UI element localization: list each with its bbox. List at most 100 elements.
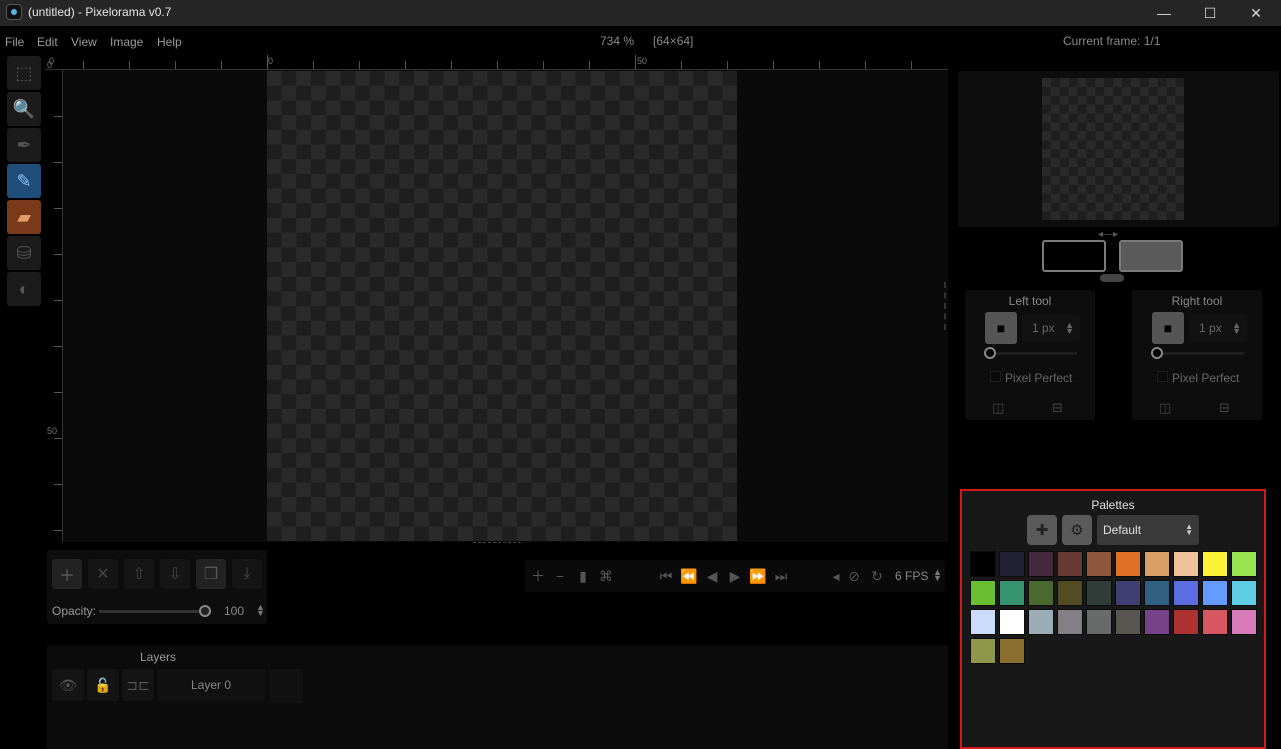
palette-swatch[interactable] [970, 580, 996, 606]
opacity-slider-knob[interactable] [199, 605, 211, 617]
clone-layer-button[interactable]: ❐ [196, 559, 226, 589]
next-frame-button[interactable]: ⏩ [747, 564, 769, 588]
right-brush-size[interactable]: 1 px ▲ ▼ [1189, 314, 1247, 342]
swap-colors-icon[interactable]: ◂—▸ [1098, 229, 1118, 240]
last-frame-button[interactable]: ⏭ [770, 564, 792, 588]
add-layer-button[interactable]: ＋ [52, 559, 82, 589]
remove-layer-button[interactable]: ✕ [88, 559, 118, 589]
add-palette-button[interactable]: ✚ [1027, 515, 1057, 545]
onion-skin-button[interactable]: ⊘ [843, 564, 865, 588]
palette-swatch[interactable] [1115, 551, 1141, 577]
bucket-tool[interactable]: ⛁ [7, 236, 41, 270]
lighten-darken-tool[interactable]: ◐ [7, 272, 41, 306]
palette-swatch[interactable] [1057, 609, 1083, 635]
palette-swatch[interactable] [1028, 609, 1054, 635]
palette-swatch[interactable] [1028, 551, 1054, 577]
menu-view[interactable]: View [71, 35, 97, 49]
palette-swatch[interactable] [1202, 580, 1228, 606]
palette-swatch[interactable] [1202, 551, 1228, 577]
palette-swatch[interactable] [999, 638, 1025, 664]
edit-palette-button[interactable]: ⚙ [1062, 515, 1092, 545]
left-brush-size[interactable]: 1 px ▲ ▼ [1022, 314, 1080, 342]
palette-swatch[interactable] [1144, 609, 1170, 635]
play-forward-button[interactable]: ▶ [724, 564, 746, 588]
loop-button[interactable]: ↻ [866, 564, 888, 588]
layer-cel[interactable] [269, 669, 303, 703]
right-color-button[interactable] [1119, 240, 1183, 272]
opacity-slider[interactable] [99, 610, 203, 613]
merge-down-button[interactable]: ⤓ [232, 559, 262, 589]
palette-swatch[interactable] [1173, 551, 1199, 577]
palette-swatch[interactable] [999, 609, 1025, 635]
previous-frame-button[interactable]: ⏪ [678, 564, 700, 588]
menu-help[interactable]: Help [157, 35, 182, 49]
right-brush-slider[interactable] [1152, 352, 1244, 355]
right-brush-button[interactable]: ■ [1152, 312, 1184, 344]
left-brush-slider-knob[interactable] [984, 347, 996, 359]
move-layer-up-button[interactable]: ⇧ [124, 559, 154, 589]
palette-swatch[interactable] [970, 551, 996, 577]
menu-file[interactable]: File [5, 35, 24, 49]
vertical-mirror-icon[interactable]: ⊟ [1052, 400, 1063, 416]
clone-frame-button[interactable]: ▮ [572, 564, 594, 588]
fps-value[interactable]: 6 FPS [895, 569, 928, 583]
palette-swatch[interactable] [970, 609, 996, 635]
layer-lock-button[interactable]: 🔓 [87, 669, 119, 701]
palette-swatch[interactable] [1231, 580, 1257, 606]
reset-colors-icon[interactable] [1100, 274, 1124, 282]
layer-visibility-button[interactable]: 👁 [52, 669, 84, 701]
horizontal-mirror-icon[interactable]: ◫ [992, 400, 1004, 416]
right-brush-slider-knob[interactable] [1151, 347, 1163, 359]
palette-swatch[interactable] [1231, 609, 1257, 635]
palette-swatch[interactable] [1086, 580, 1112, 606]
opacity-value[interactable]: 100 [224, 604, 244, 618]
spinner-icon[interactable]: ▲ ▼ [1065, 321, 1074, 336]
opacity-spinner-icon[interactable]: ▲ ▼ [256, 603, 265, 618]
vertical-mirror-icon[interactable]: ⊟ [1219, 400, 1230, 416]
palette-swatch[interactable] [1173, 609, 1199, 635]
close-button[interactable]: ✕ [1233, 0, 1279, 26]
play-backwards-button[interactable]: ◀ [701, 564, 723, 588]
move-layer-down-button[interactable]: ⇩ [160, 559, 190, 589]
layer-row[interactable]: 👁 🔓 ⊐⊏ Layer 0 [52, 669, 302, 703]
layer-name[interactable]: Layer 0 [157, 669, 265, 701]
palette-swatch[interactable] [1115, 609, 1141, 635]
pencil-tool[interactable]: ✎ [7, 164, 41, 198]
frame-tag-button[interactable]: ⌘ [595, 564, 617, 588]
palette-swatch[interactable] [970, 638, 996, 664]
menu-edit[interactable]: Edit [37, 35, 58, 49]
left-brush-slider[interactable] [985, 352, 1077, 355]
left-brush-button[interactable]: ■ [985, 312, 1017, 344]
palette-swatch[interactable] [1028, 580, 1054, 606]
spinner-icon[interactable]: ▲ ▼ [1232, 321, 1241, 336]
palette-swatch[interactable] [1173, 580, 1199, 606]
color-picker-tool[interactable]: ✒ [7, 128, 41, 162]
canvas[interactable] [267, 71, 737, 541]
layer-link-button[interactable]: ⊐⊏ [122, 669, 154, 701]
eraser-tool[interactable]: ▰ [7, 200, 41, 234]
rect-select-tool[interactable]: ⬚ [7, 56, 41, 90]
palette-swatch[interactable] [1086, 551, 1112, 577]
palette-swatch[interactable] [999, 580, 1025, 606]
first-frame-button[interactable]: ⏮ [655, 564, 677, 588]
horizontal-mirror-icon[interactable]: ◫ [1159, 400, 1171, 416]
palette-swatch[interactable] [1144, 580, 1170, 606]
palette-swatch[interactable] [1202, 609, 1228, 635]
palette-swatch[interactable] [1115, 580, 1141, 606]
add-frame-button[interactable]: ＋ [527, 564, 549, 588]
palette-swatch[interactable] [1086, 609, 1112, 635]
fps-spinner-icon[interactable]: ▲ ▼ [933, 568, 942, 583]
palette-swatch[interactable] [1144, 551, 1170, 577]
right-pixel-perfect-checkbox[interactable] [1157, 371, 1168, 382]
panel-splitter-vertical[interactable] [944, 282, 946, 330]
minimize-button[interactable]: — [1141, 0, 1187, 26]
palette-swatch[interactable] [1057, 580, 1083, 606]
palette-swatch[interactable] [1231, 551, 1257, 577]
palette-swatch[interactable] [1057, 551, 1083, 577]
palette-select[interactable]: Default ▲ ▼ [1097, 515, 1199, 545]
remove-frame-button[interactable]: − [549, 564, 571, 588]
palette-swatch[interactable] [999, 551, 1025, 577]
zoom-tool[interactable]: 🔍 [7, 92, 41, 126]
left-color-button[interactable] [1042, 240, 1106, 272]
left-pixel-perfect-checkbox[interactable] [990, 371, 1001, 382]
